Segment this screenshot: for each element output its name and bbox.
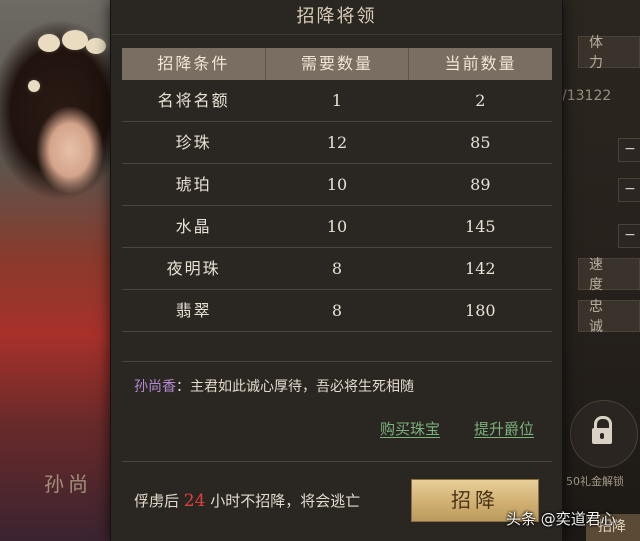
condition-cell: 夜明珠 [166, 259, 221, 278]
stamina-value: /13122 [562, 88, 612, 104]
current-cell: 85 [470, 133, 491, 152]
general-quote: 孙尚香：主君如此诚心厚待，吾必将生死相随 [134, 376, 414, 396]
general-portrait: 孙尚 [0, 0, 112, 541]
quote-separator: ： [176, 379, 190, 395]
warning-prefix: 俘虏后 [134, 492, 180, 510]
upgrade-rank-link[interactable]: 提升爵位 [474, 418, 534, 439]
condition-cell: 珍珠 [175, 133, 212, 152]
hair-flower-icon [38, 34, 60, 52]
condition-cell: 水晶 [175, 217, 212, 236]
table-row: 名将名额 1 2 [122, 80, 552, 122]
required-cell: 10 [326, 175, 348, 194]
divider [122, 461, 552, 462]
header-condition: 招降条件 [157, 54, 230, 73]
current-cell: 89 [470, 175, 491, 194]
unlock-caption: 50礼金解锁 [566, 475, 624, 488]
hair-flower-icon [28, 80, 40, 92]
condition-cell: 名将名额 [157, 91, 230, 110]
header-required: 需要数量 [264, 48, 409, 80]
dialog-title: 招降将领 [111, 0, 562, 35]
minus-button[interactable]: − [618, 138, 640, 162]
quote-text: 主君如此诚心厚待，吾必将生死相随 [190, 379, 414, 395]
required-cell: 8 [331, 301, 343, 320]
divider [122, 361, 552, 362]
header-current: 当前数量 [408, 48, 552, 80]
requirements-table: 名将名额 1 2 珍珠 12 85 琥珀 10 89 水晶 10 145 夜明珠… [122, 80, 552, 332]
required-cell: 10 [326, 217, 348, 236]
table-row: 珍珠 12 85 [122, 122, 552, 164]
loyalty-label: 忠 诚 [578, 299, 640, 335]
buy-jewels-link[interactable]: 购买珠宝 [380, 418, 440, 439]
condition-cell: 琥珀 [175, 175, 212, 194]
table-row: 夜明珠 8 142 [122, 248, 552, 290]
escape-warning: 俘虏后 24 小时不招降，将会逃亡 [134, 490, 360, 511]
minus-button[interactable]: − [618, 224, 640, 248]
current-cell: 142 [465, 259, 496, 278]
required-cell: 12 [326, 133, 348, 152]
stamina-label: 体 力 [578, 35, 640, 71]
minus-button[interactable]: − [618, 178, 640, 202]
hair-flower-icon [62, 30, 88, 50]
table-row: 水晶 10 145 [122, 206, 552, 248]
table-row: 翡翠 8 180 [122, 290, 552, 332]
speed-label: 速 度 [578, 257, 640, 293]
watermark: 头条 @奕道君心 [506, 510, 616, 528]
required-cell: 8 [331, 259, 343, 278]
general-name-label: 孙尚 [44, 472, 92, 496]
table-row: 琥珀 10 89 [122, 164, 552, 206]
current-cell: 145 [465, 217, 496, 236]
condition-cell: 翡翠 [175, 301, 212, 320]
quote-speaker: 孙尚香 [134, 379, 176, 395]
hair-flower-icon [86, 38, 106, 54]
warning-suffix: 小时不招降，将会逃亡 [210, 492, 361, 510]
lock-keyhole [600, 433, 604, 439]
current-cell: 180 [465, 301, 496, 320]
warning-hours: 24 [183, 491, 206, 511]
table-header: 招降条件 需要数量 当前数量 [122, 48, 552, 80]
current-cell: 2 [475, 91, 486, 110]
recruit-dialog: 招降将领 招降条件 需要数量 当前数量 名将名额 1 2 珍珠 12 85 琥珀… [110, 0, 563, 541]
required-cell: 1 [331, 91, 343, 110]
